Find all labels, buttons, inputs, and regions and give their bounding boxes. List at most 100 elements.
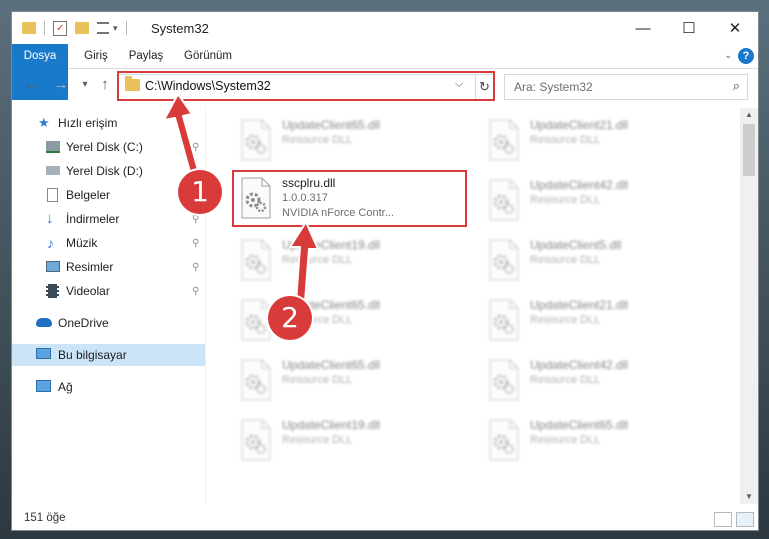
tab-view[interactable]: Görünüm [178,44,238,68]
scrollbar-thumb[interactable] [743,124,755,176]
file-item[interactable]: UpdateClient19.dll Resource DLL [232,412,462,468]
dll-file-icon [486,118,522,162]
chevron-down-icon[interactable]: ▾ [113,23,118,34]
details-view-icon[interactable] [714,512,732,527]
search-box[interactable]: Ara: System32 ⌕ [504,74,748,100]
file-name: UpdateClient21.dll [530,298,629,312]
sidebar-item-downloads[interactable]: ↓ İndirmeler ⚲ [12,208,205,230]
sidebar-item-pictures[interactable]: Resimler ⚲ [12,256,205,278]
file-item[interactable]: UpdateClient42.dll Resource DLL [480,352,710,408]
up-button[interactable]: ↑ [96,76,114,94]
sidebar-item-drive-d[interactable]: Yerel Disk (D:) ⚲ [12,160,205,182]
ribbon-tabs: Dosya Giriş Paylaş Görünüm ⌄ ? [12,44,758,100]
maximize-button[interactable]: ☐ [666,12,712,44]
sidebar-item-label: Hızlı erişim [58,116,118,130]
file-name: UpdateClient42.dll [530,358,629,372]
new-folder-icon[interactable] [75,22,89,34]
file-item[interactable]: UpdateClient21.dll Resource DLL [480,112,710,168]
downloads-icon: ↓ [46,210,54,227]
star-icon: ★ [38,115,50,130]
sidebar-item-label: Yerel Disk (D:) [66,164,143,178]
dll-file-icon [486,298,522,342]
computer-icon [36,348,51,359]
dll-file-icon [238,238,274,282]
sidebar-item-label: Bu bilgisayar [58,348,127,362]
file-name: UpdateClient5.dll [530,238,622,252]
file-item[interactable]: UpdateClient21.dll Resource DLL [480,292,710,348]
file-type: Resource DLL [530,134,601,146]
sidebar-item-this-pc[interactable]: Bu bilgisayar [12,344,205,366]
sidebar-item-network[interactable]: Ağ [12,376,205,398]
file-name: UpdateClient19.dll [282,418,381,432]
scroll-down-icon[interactable]: ▼ [740,490,758,504]
sidebar-item-documents[interactable]: Belgeler ⚲ [12,184,205,206]
status-bar: 151 öğe [12,508,758,530]
navigation-pane: ★ Hızlı erişim Yerel Disk (C:) ⚲ Yerel D… [12,108,205,504]
sidebar-item-label: İndirmeler [66,212,120,226]
file-name: UpdateClient65.dll [530,418,629,432]
pin-icon[interactable]: ⚲ [192,286,199,297]
drive-icon [46,166,60,175]
minimize-button[interactable]: — [620,12,666,44]
expand-ribbon-icon[interactable]: ⌄ [724,50,732,61]
tab-share[interactable]: Paylaş [124,44,168,68]
pin-icon[interactable]: ⚲ [192,142,199,153]
dll-file-icon [486,178,522,222]
file-item[interactable]: UpdateClient65.dll Resource DLL [232,352,462,408]
window-title: System32 [151,21,209,36]
file-type: Resource DLL [530,434,601,446]
pin-icon[interactable]: ⚲ [192,238,199,249]
divider [44,21,45,35]
sidebar-item-label: Resimler [66,260,114,274]
dll-file-icon [238,418,274,462]
sidebar-item-label: Müzik [66,236,98,250]
search-input[interactable]: Ara: System32 [514,80,593,94]
sidebar-item-label: Belgeler [66,188,111,202]
sidebar-item-label: Videolar [66,284,110,298]
file-item[interactable]: UpdateClient65.dll Resource DLL [480,412,710,468]
step-badge-2: 2 [268,296,312,340]
step-badge-1: 1 [178,170,222,214]
file-item[interactable]: UpdateClient65.dll Resource DLL [232,292,462,348]
dll-file-icon [238,358,274,402]
pin-icon[interactable]: ⚲ [192,214,199,225]
file-type: Resource DLL [282,374,353,386]
file-item[interactable]: UpdateClient42.dll Resource DLL [480,172,710,228]
sidebar-item-quick-access[interactable]: ★ Hızlı erişim [12,112,205,134]
properties-icon[interactable]: ✓ [53,20,67,36]
network-icon [36,380,51,392]
file-type: Resource DLL [282,134,353,146]
sidebar-item-onedrive[interactable]: OneDrive [12,312,205,334]
sidebar-item-drive-c[interactable]: Yerel Disk (C:) ⚲ [12,136,205,158]
forward-button[interactable]: → [52,76,70,94]
file-item[interactable]: UpdateClient5.dll Resource DLL [480,232,710,288]
scroll-up-icon[interactable]: ▲ [740,108,758,122]
large-icons-view-icon[interactable] [736,512,754,527]
search-icon[interactable]: ⌕ [733,78,740,94]
back-button[interactable]: ← [22,76,40,94]
file-type: Resource DLL [530,374,601,386]
file-name: UpdateClient65.dll [282,358,381,372]
sidebar-item-music[interactable]: ♪ Müzik ⚲ [12,232,205,254]
file-highlight-box [232,170,467,227]
file-item[interactable]: UpdateClient65.dll Resource DLL [232,112,462,168]
pane-divider[interactable] [205,108,206,504]
recent-locations-button[interactable]: ▾ [76,76,94,94]
folder-icon [22,22,36,34]
music-icon: ♪ [47,235,54,251]
quick-access-toolbar: ✓ ▾ [22,19,127,37]
sidebar-item-videos[interactable]: Videolar ⚲ [12,280,205,302]
tab-home[interactable]: Giriş [78,44,114,68]
close-button[interactable]: ✕ [712,12,758,44]
file-item[interactable]: UpdateClient19.dll Resource DLL [232,232,462,288]
help-icon[interactable]: ? [738,48,754,64]
videos-icon [46,284,59,298]
file-name: UpdateClient65.dll [282,118,381,132]
customize-toolbar-icon[interactable] [97,22,109,34]
sidebar-item-label: OneDrive [58,316,109,330]
file-type: Resource DLL [282,254,353,266]
vertical-scrollbar[interactable]: ▲ ▼ [740,108,758,504]
file-type: Resource DLL [530,254,601,266]
item-count: 151 öğe [24,512,66,524]
pin-icon[interactable]: ⚲ [192,262,199,273]
